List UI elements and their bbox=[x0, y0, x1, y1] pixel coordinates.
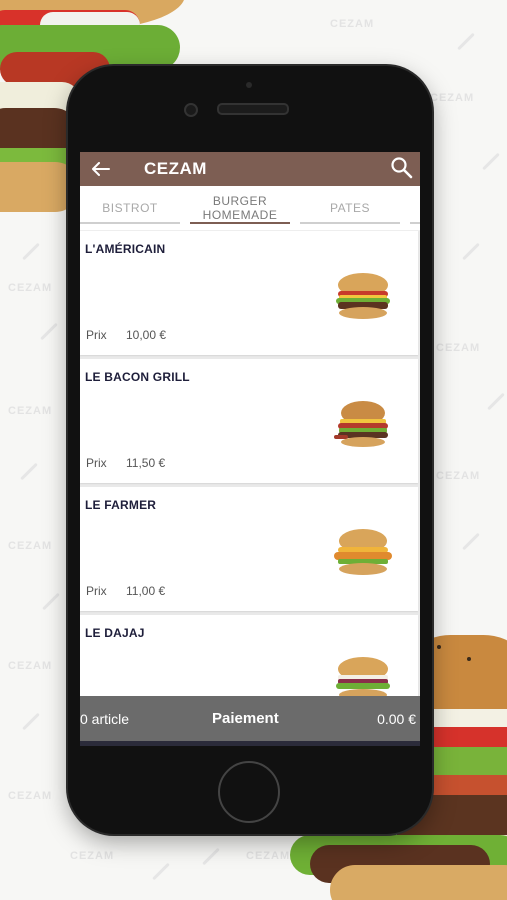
watermark: CEZAM bbox=[330, 18, 375, 30]
item-name: LE BACON GRILL bbox=[85, 370, 190, 384]
list-item[interactable]: LE FARMER Prix 11,00 € bbox=[80, 487, 418, 611]
utensil-icon bbox=[152, 862, 170, 881]
utensil-icon bbox=[202, 847, 220, 866]
list-item[interactable]: L'AMÉRICAIN Prix 10,00 € bbox=[80, 231, 418, 355]
utensil-icon bbox=[487, 392, 505, 411]
list-item[interactable]: LE BACON GRILL Prix 11,50 € bbox=[80, 359, 418, 483]
tab-underline-active bbox=[190, 222, 290, 224]
phone-frame: CEZAM BISTROT BURGER HOMEMADE PATES L'AM… bbox=[68, 66, 432, 834]
app-title: CEZAM bbox=[144, 159, 207, 178]
home-button[interactable] bbox=[218, 761, 280, 823]
watermark: CEZAM bbox=[70, 850, 115, 862]
app-screen: CEZAM BISTROT BURGER HOMEMADE PATES L'AM… bbox=[80, 152, 420, 746]
utensil-icon bbox=[22, 712, 40, 731]
watermark: CEZAM bbox=[8, 540, 53, 552]
burger-image bbox=[336, 273, 390, 319]
watermark: CEZAM bbox=[436, 342, 481, 354]
watermark: CEZAM bbox=[430, 92, 475, 104]
item-name: LE FARMER bbox=[85, 498, 157, 512]
burger-image bbox=[334, 529, 392, 575]
burger-photo bbox=[290, 835, 507, 900]
item-name: L'AMÉRICAIN bbox=[85, 242, 166, 256]
tab-label: PATES bbox=[329, 201, 371, 215]
arrow-left-icon bbox=[92, 162, 110, 176]
price-label: Prix bbox=[86, 456, 107, 470]
watermark: CEZAM bbox=[8, 660, 53, 672]
utensil-icon bbox=[20, 462, 38, 481]
tab-underline bbox=[80, 222, 180, 224]
price-label: Prix bbox=[86, 584, 107, 598]
watermark: CEZAM bbox=[246, 850, 291, 862]
watermark: CEZAM bbox=[8, 405, 53, 417]
front-camera bbox=[184, 103, 198, 117]
screen-edge bbox=[80, 741, 420, 746]
cart-total: 0.00 € bbox=[377, 711, 416, 727]
back-button[interactable] bbox=[89, 157, 113, 181]
watermark: CEZAM bbox=[436, 470, 481, 482]
utensil-icon bbox=[462, 532, 480, 551]
phone-sensor bbox=[246, 82, 252, 88]
watermark: CEZAM bbox=[8, 282, 53, 294]
tab-underline bbox=[300, 222, 400, 224]
utensil-icon bbox=[40, 322, 58, 341]
tab-label: BISTROT bbox=[102, 201, 158, 215]
category-tabs: BISTROT BURGER HOMEMADE PATES bbox=[80, 186, 420, 231]
tab-underline bbox=[410, 222, 420, 224]
burger-image bbox=[334, 401, 388, 447]
item-price: 11,00 € bbox=[126, 584, 166, 598]
utensil-icon bbox=[482, 152, 500, 171]
utensil-icon bbox=[22, 242, 40, 261]
price-label: Prix bbox=[86, 328, 107, 342]
product-list: L'AMÉRICAIN Prix 10,00 € LE BACON GRILL … bbox=[80, 231, 420, 743]
tab-label: BURGER HOMEMADE bbox=[202, 194, 278, 222]
phone-speaker bbox=[217, 103, 289, 115]
item-price: 10,00 € bbox=[126, 328, 167, 342]
utensil-icon bbox=[42, 592, 60, 611]
app-header: CEZAM bbox=[80, 152, 420, 186]
payment-button[interactable]: Paiement bbox=[212, 710, 279, 727]
item-price: 11,50 € bbox=[126, 456, 166, 470]
watermark: CEZAM bbox=[8, 790, 53, 802]
item-name: LE DAJAJ bbox=[85, 626, 145, 640]
cart-bar: 0 article Paiement 0.00 € bbox=[80, 696, 420, 746]
search-button[interactable] bbox=[390, 156, 414, 180]
utensil-icon bbox=[462, 242, 480, 261]
cart-count: 0 article bbox=[80, 711, 130, 727]
search-icon bbox=[391, 157, 413, 179]
utensil-icon bbox=[457, 32, 475, 51]
